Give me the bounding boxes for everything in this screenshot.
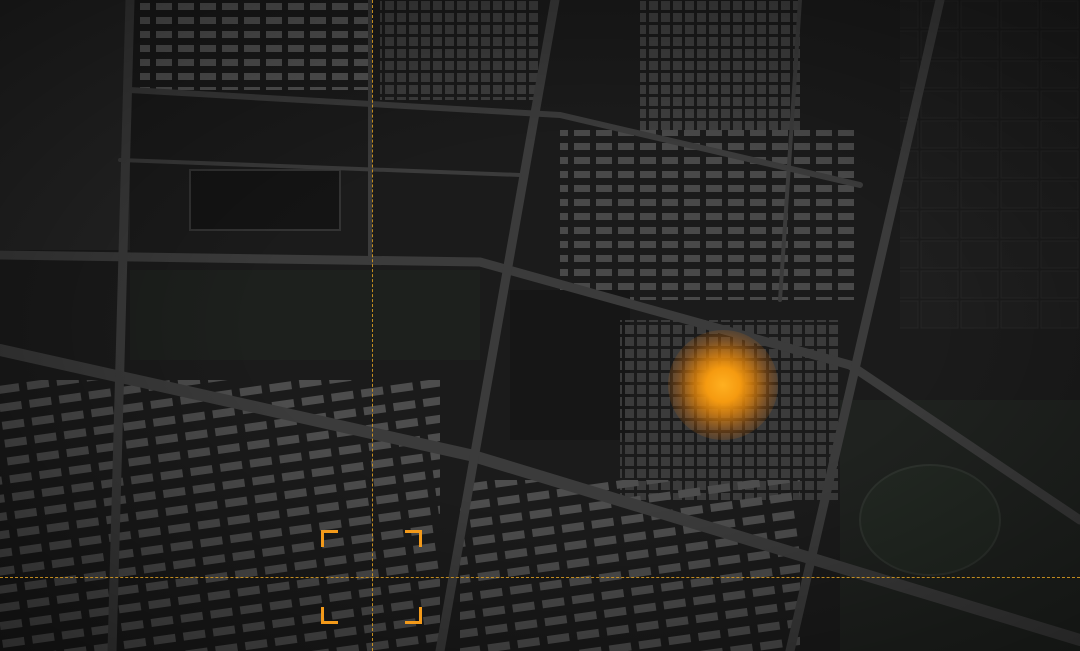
map-imagery [0, 0, 1080, 651]
block-center-n [560, 130, 860, 300]
block-nw-buildings [140, 0, 370, 90]
reticle-corner-top-right [405, 530, 422, 547]
reticle-corner-bottom-right [405, 607, 422, 624]
block-n [380, 0, 540, 100]
glowing-hotspot-marker[interactable] [668, 330, 778, 440]
block-ne-village [640, 0, 800, 130]
crosshair-horizontal-line [0, 577, 1080, 578]
block-nw [0, 0, 130, 250]
field-dark [189, 169, 341, 231]
block-center-dark [510, 290, 630, 440]
park-se [859, 464, 1001, 576]
reticle-corner-bottom-left [321, 607, 338, 624]
satellite-map[interactable] [0, 0, 1080, 651]
target-reticle[interactable] [321, 530, 422, 624]
block-mid-green [130, 270, 480, 360]
reticle-corner-top-left [321, 530, 338, 547]
